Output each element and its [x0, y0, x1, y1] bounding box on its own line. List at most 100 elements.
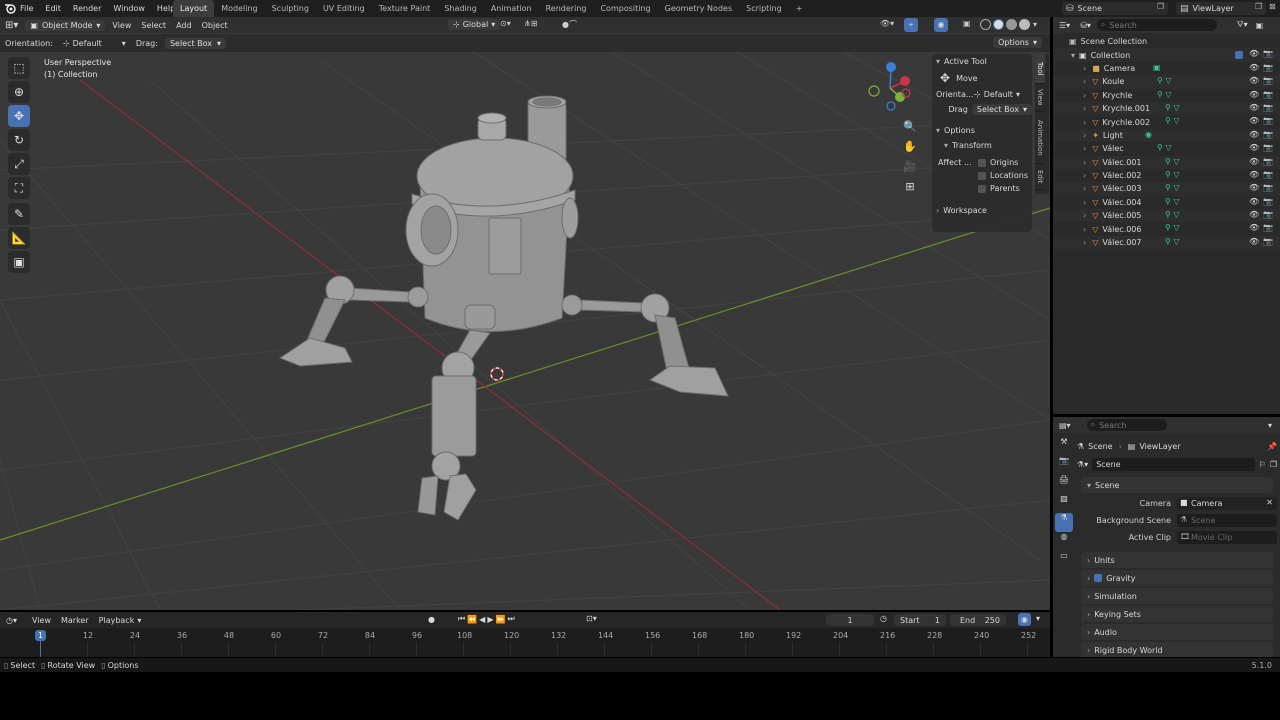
- gizmo-toggle-icon[interactable]: ⌖: [904, 18, 918, 32]
- prev-key-icon[interactable]: ⏪: [467, 615, 479, 624]
- eye-icon[interactable]: 👁: [1249, 210, 1259, 219]
- chevron-right-icon[interactable]: ›: [1083, 144, 1086, 153]
- transform-header[interactable]: ▾ Transform: [932, 138, 1032, 153]
- current-frame-field[interactable]: 1: [826, 614, 874, 626]
- render-camera-icon[interactable]: 📷: [1263, 76, 1273, 85]
- proportional-edit-icon[interactable]: ●⌒: [562, 19, 577, 30]
- outliner-item[interactable]: › ▽ Válec.004 ⚲ ▽ 👁 📷: [1053, 196, 1280, 209]
- pin-icon[interactable]: 📌: [1267, 442, 1277, 451]
- options-header[interactable]: ▾ Options: [932, 123, 1032, 138]
- chevron-right-icon[interactable]: ›: [1083, 104, 1086, 113]
- chevron-right-icon[interactable]: ›: [1083, 211, 1086, 220]
- clear-icon[interactable]: ✕: [1266, 498, 1273, 507]
- eye-icon[interactable]: 👁: [1249, 116, 1259, 125]
- solid-shading-icon[interactable]: [993, 19, 1004, 30]
- tab-shading[interactable]: Shading: [437, 0, 484, 17]
- modifier-mesh-icon[interactable]: ⚲ ▽: [1165, 116, 1180, 125]
- chevron-right-icon[interactable]: ›: [1083, 91, 1086, 100]
- chevron-right-icon[interactable]: ›: [1083, 77, 1086, 86]
- light-data-icon[interactable]: ◉: [1145, 130, 1152, 139]
- scene-panel-header[interactable]: ▾ Scene: [1081, 477, 1273, 493]
- modifier-mesh-icon[interactable]: ⚲ ▽: [1165, 223, 1180, 232]
- keying-sets-panel-header[interactable]: › Keying Sets: [1081, 606, 1273, 622]
- chevron-right-icon[interactable]: ›: [1083, 198, 1086, 207]
- tab-modeling[interactable]: Modeling: [214, 0, 264, 17]
- filter-display-icon[interactable]: ⛁▾: [1080, 21, 1091, 30]
- gravity-panel-header[interactable]: › Gravity: [1081, 570, 1273, 586]
- jump-end-icon[interactable]: ⏭: [507, 614, 516, 624]
- overlay-toggle-icon[interactable]: ◉: [934, 18, 948, 32]
- render-camera-icon[interactable]: 📷: [1263, 223, 1273, 232]
- render-camera-icon[interactable]: 📷: [1263, 49, 1273, 58]
- mode-selector[interactable]: ▣ Object Mode ▾: [25, 19, 106, 31]
- eye-icon[interactable]: 👁: [1249, 76, 1259, 85]
- timeline-menu-playback[interactable]: Playback ▾: [94, 616, 147, 625]
- editor-type-icon[interactable]: ▤▾: [1059, 421, 1071, 430]
- npanel-orientation-selector[interactable]: ⊹ Default ▾: [974, 90, 1028, 99]
- outliner-item[interactable]: › ▽ Válec.003 ⚲ ▽ 👁 📷: [1053, 182, 1280, 196]
- camera-data-icon[interactable]: ▣: [1153, 63, 1161, 72]
- modifier-mesh-icon[interactable]: ⚲ ▽: [1165, 103, 1180, 112]
- gravity-checkbox[interactable]: [1094, 574, 1103, 582]
- copy-icon[interactable]: ❐: [1270, 460, 1277, 469]
- outliner-search-input[interactable]: ⌕ Search: [1096, 19, 1217, 31]
- render-camera-icon[interactable]: 📷: [1263, 197, 1273, 206]
- render-camera-icon[interactable]: 📷: [1263, 63, 1273, 72]
- chevron-down-icon[interactable]: ▾: [1071, 51, 1075, 60]
- modifier-mesh-icon[interactable]: ⚲ ▽: [1165, 237, 1180, 246]
- render-camera-icon[interactable]: 📷: [1263, 130, 1273, 139]
- pan-hand-icon[interactable]: ✋: [901, 137, 919, 155]
- playhead[interactable]: 1: [35, 630, 46, 641]
- npanel-drag-selector[interactable]: Select Box ▾: [971, 104, 1032, 115]
- chevron-right-icon[interactable]: ›: [1083, 225, 1086, 234]
- view-layer-remove-icon[interactable]: ⊠: [1269, 2, 1276, 11]
- outliner-item[interactable]: › ▽ Válec.002 ⚲ ▽ 👁 📷: [1053, 169, 1280, 182]
- outliner-item[interactable]: › ▽ Válec ⚲ ▽ 👁 📷: [1053, 142, 1280, 155]
- render-camera-icon[interactable]: 📷: [1263, 103, 1273, 112]
- properties-search-input[interactable]: ⌕ Search: [1086, 419, 1167, 431]
- render-camera-icon[interactable]: 📷: [1263, 170, 1273, 179]
- sync-icon[interactable]: ◉: [1018, 613, 1031, 626]
- audio-panel-header[interactable]: › Audio: [1081, 624, 1273, 640]
- simulation-panel-header[interactable]: › Simulation: [1081, 588, 1273, 604]
- chevron-right-icon[interactable]: ›: [1083, 171, 1086, 180]
- parents-checkbox[interactable]: [978, 184, 986, 193]
- tab-animation[interactable]: Animation: [484, 0, 539, 17]
- chevron-right-icon[interactable]: ›: [1083, 118, 1086, 127]
- robot-model[interactable]: [278, 95, 729, 521]
- chevron-right-icon[interactable]: ›: [1083, 64, 1086, 73]
- editor-type-icon[interactable]: ☰▾: [1059, 21, 1070, 30]
- tool-tab-icon[interactable]: ⚒: [1055, 437, 1073, 456]
- scale-tool-icon[interactable]: ⤢: [8, 153, 30, 175]
- auto-key-icon[interactable]: ●: [428, 615, 435, 624]
- modifier-mesh-icon[interactable]: ⚲ ▽: [1157, 76, 1172, 85]
- menu-file[interactable]: File: [14, 0, 39, 17]
- view-layer-tab-icon[interactable]: ▨: [1055, 494, 1073, 513]
- editor-type-icon[interactable]: ◷▾: [6, 616, 17, 625]
- tab-geometry-nodes[interactable]: Geometry Nodes: [658, 0, 739, 17]
- tab-scripting[interactable]: Scripting: [739, 0, 789, 17]
- active-tool-header[interactable]: ▾ Active Tool: [932, 54, 1032, 69]
- eye-icon[interactable]: 👁: [1249, 223, 1259, 232]
- new-collection-icon[interactable]: ▣: [1256, 21, 1264, 30]
- menu-add[interactable]: Add: [171, 21, 197, 30]
- eye-icon[interactable]: 👁: [1249, 183, 1259, 192]
- keying-icon[interactable]: ⊡▾: [586, 614, 597, 623]
- chevron-right-icon[interactable]: ›: [1083, 238, 1086, 247]
- eye-icon[interactable]: 👁: [1249, 90, 1259, 99]
- measure-tool-icon[interactable]: 📐: [8, 227, 30, 249]
- menu-view[interactable]: View: [107, 21, 136, 30]
- render-tab-icon[interactable]: 📷: [1055, 456, 1073, 475]
- modifier-mesh-icon[interactable]: ⚲ ▽: [1157, 90, 1172, 99]
- next-key-icon[interactable]: ⏩: [495, 615, 507, 624]
- outliner-item[interactable]: › ▽ Krychle ⚲ ▽ 👁 📷: [1053, 89, 1280, 102]
- modifier-mesh-icon[interactable]: ⚲ ▽: [1165, 197, 1180, 206]
- output-tab-icon[interactable]: 🖨: [1055, 475, 1073, 494]
- modifier-mesh-icon[interactable]: ⚲ ▽: [1165, 210, 1180, 219]
- eye-icon[interactable]: 👁: [1249, 170, 1259, 179]
- scene-tab-icon[interactable]: ⚗: [1055, 513, 1073, 532]
- outliner-item[interactable]: › ▽ Válec.006 ⚲ ▽ 👁 📷: [1053, 222, 1280, 235]
- chevron-right-icon[interactable]: ›: [1083, 158, 1086, 167]
- material-shading-icon[interactable]: [1006, 19, 1017, 30]
- pivot-icon[interactable]: ⊙▾: [500, 19, 511, 28]
